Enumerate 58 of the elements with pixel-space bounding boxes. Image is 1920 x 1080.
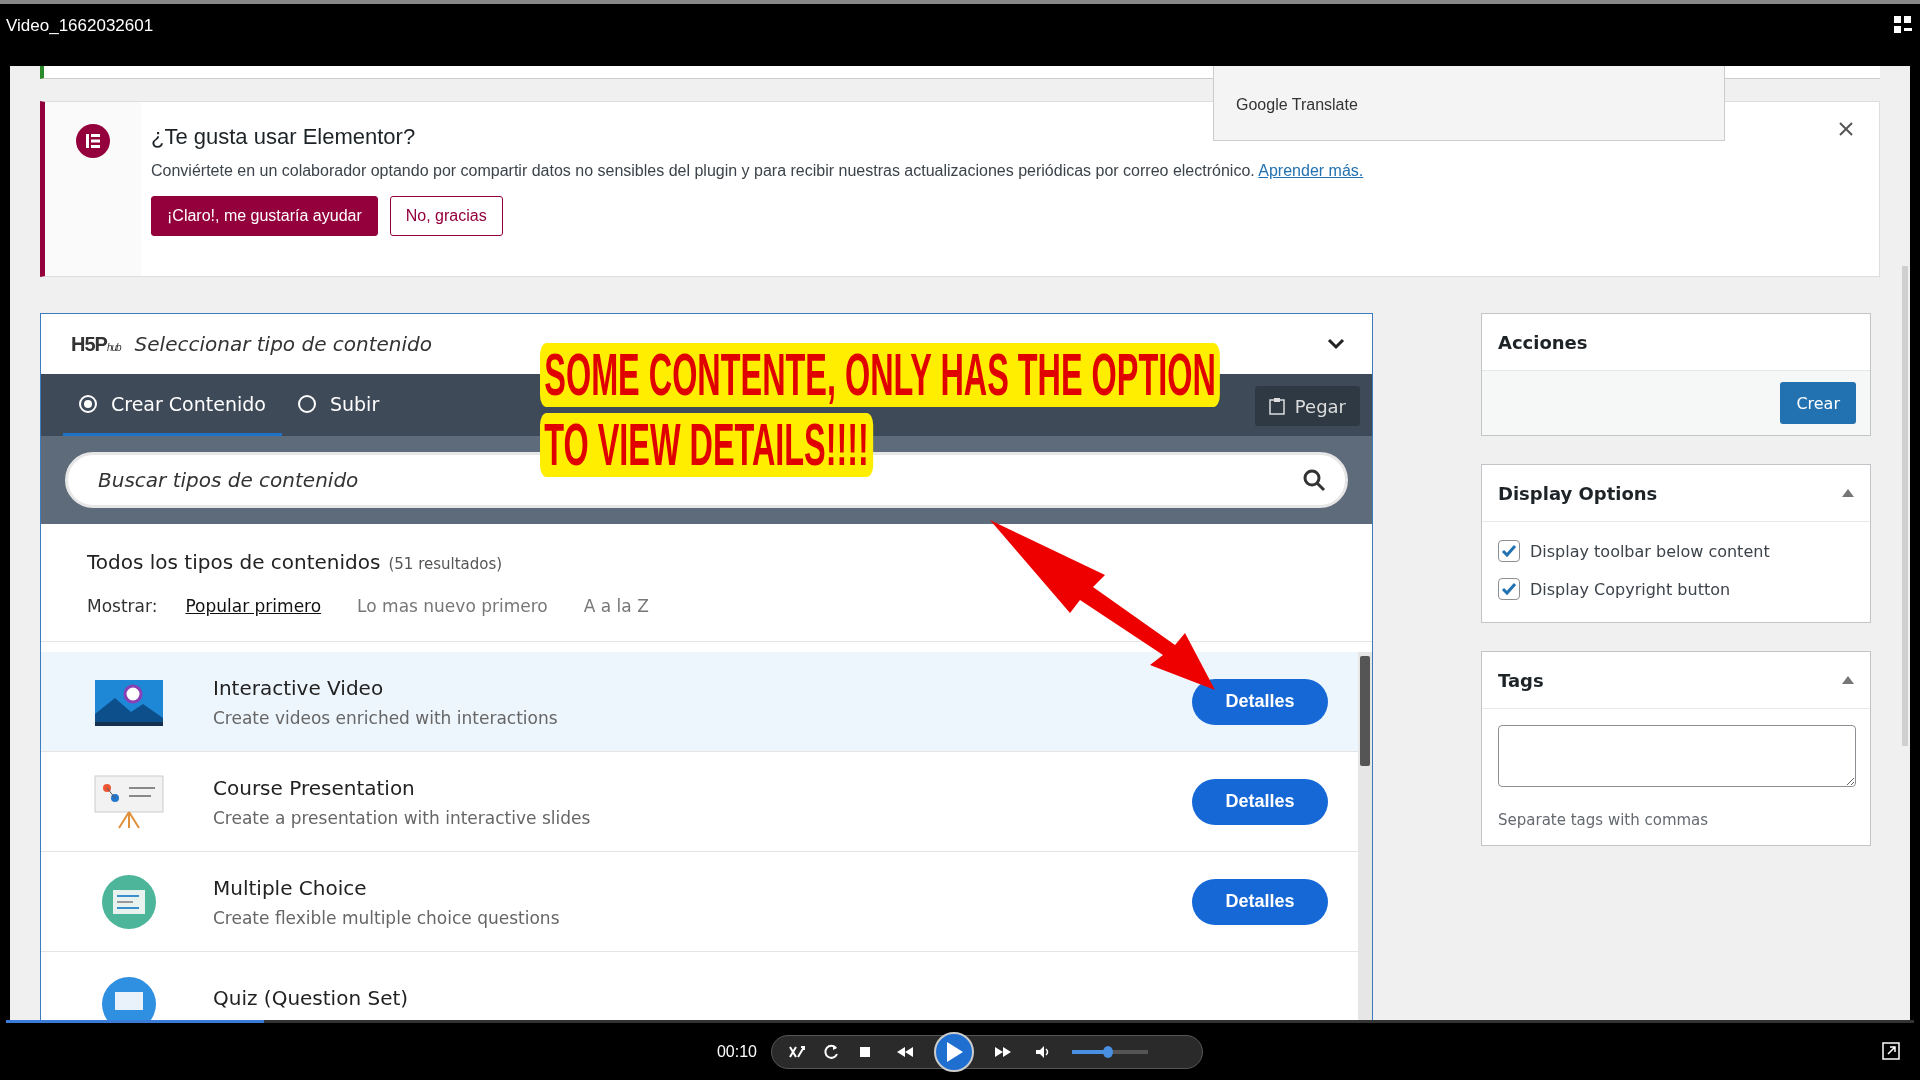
expand-icon[interactable] (1882, 1042, 1900, 1060)
content-type-title: Multiple Choice (213, 875, 368, 900)
annotation-text: TO VIEW DETAILS!!!! (540, 413, 874, 477)
window-title: Video_1662032601 (6, 16, 154, 36)
content-type-row[interactable]: Interactive Video Create videos enriched with interactions Detalles (41, 652, 1358, 752)
volume-thumb[interactable] (1103, 1046, 1114, 1058)
collapse-icon[interactable] (1842, 489, 1854, 497)
hub-title: Seleccionar tipo de contenido (134, 332, 433, 356)
content-type-description: Create videos enriched with interactions (213, 707, 559, 728)
accept-button[interactable]: ¡Claro!, me gustaría ayudar (151, 196, 378, 236)
progress-track[interactable] (6, 1020, 1914, 1023)
notice-text: Conviértete en un colaborador optando por compartir datos no sensibles del plugin y para recibir nuestras actualizaciones periódicas por correo electrónico. Aprender más. (151, 162, 1364, 180)
panel-title: Display Options (1498, 482, 1658, 504)
content-type-title: Interactive Video (213, 675, 385, 700)
sort-option[interactable]: Popular primero (185, 596, 322, 616)
content-type-description: Create flexible multiple choice questions (213, 907, 561, 928)
play-icon[interactable] (944, 1041, 964, 1063)
sort-option[interactable]: A a la Z (583, 596, 649, 616)
learn-more-link[interactable]: Aprender más. (1258, 162, 1364, 179)
page-scrollbar[interactable] (1902, 266, 1908, 746)
content-type-description: Create a presentation with interactive slides (213, 807, 592, 828)
notice-title: ¿Te gusta usar Elementor? (151, 124, 417, 150)
hub-logo: H5Phub (71, 332, 121, 356)
clipboard-icon[interactable] (1268, 397, 1285, 415)
checkbox[interactable] (1498, 540, 1520, 562)
paste-button[interactable]: Pegar (1254, 386, 1360, 426)
content-type-title: Quiz (Question Set) (213, 985, 410, 1010)
annotation-text: SOME CONTENTE, ONLY HAS THE OPTION (540, 343, 1221, 407)
translate-menu[interactable]: Google Translate (1213, 66, 1725, 141)
content-type-row[interactable]: Course Presentation Create a presentation with interactive slides Detalles (41, 752, 1358, 852)
presentation-board-icon (93, 773, 165, 830)
content-type-row[interactable]: Multiple Choice Create flexible multiple choice questions Detalles (41, 852, 1358, 952)
elementor-logo-icon (76, 124, 110, 158)
time-display: 00:10 (716, 1043, 757, 1061)
results-count: (51 resultados) (388, 555, 503, 573)
panel-title: Acciones (1498, 331, 1588, 353)
tags-hint: Separate tags with commas (1498, 811, 1710, 829)
decline-button[interactable]: No, gracias (389, 196, 503, 236)
sort-option[interactable]: Lo mas nuevo primero (357, 596, 548, 616)
create-button[interactable]: Crear (1780, 382, 1856, 424)
checkbox[interactable] (1498, 578, 1520, 600)
scrollbar[interactable] (1358, 652, 1372, 1020)
option-label: Display toolbar below content (1530, 541, 1770, 561)
sort-label: Mostrar: (87, 596, 158, 616)
content-type-title: Course Presentation (213, 775, 416, 800)
tags-field[interactable] (1498, 725, 1856, 787)
details-button[interactable]: Detalles (1192, 678, 1328, 725)
grid-icon[interactable] (1894, 16, 1912, 34)
play-button[interactable] (934, 1032, 974, 1072)
panel-title: Tags (1498, 669, 1544, 691)
tab[interactable]: Subir (281, 374, 396, 436)
results-heading: Todos los tipos de contenidos (87, 550, 381, 574)
option-label: Display Copyright button (1530, 579, 1731, 599)
details-button[interactable]: Detalles (1192, 878, 1328, 925)
details-button[interactable]: Detalles (1192, 778, 1328, 825)
collapse-icon[interactable] (1842, 676, 1854, 684)
chevron-icon[interactable] (1326, 337, 1346, 351)
search-icon[interactable] (1302, 468, 1326, 492)
